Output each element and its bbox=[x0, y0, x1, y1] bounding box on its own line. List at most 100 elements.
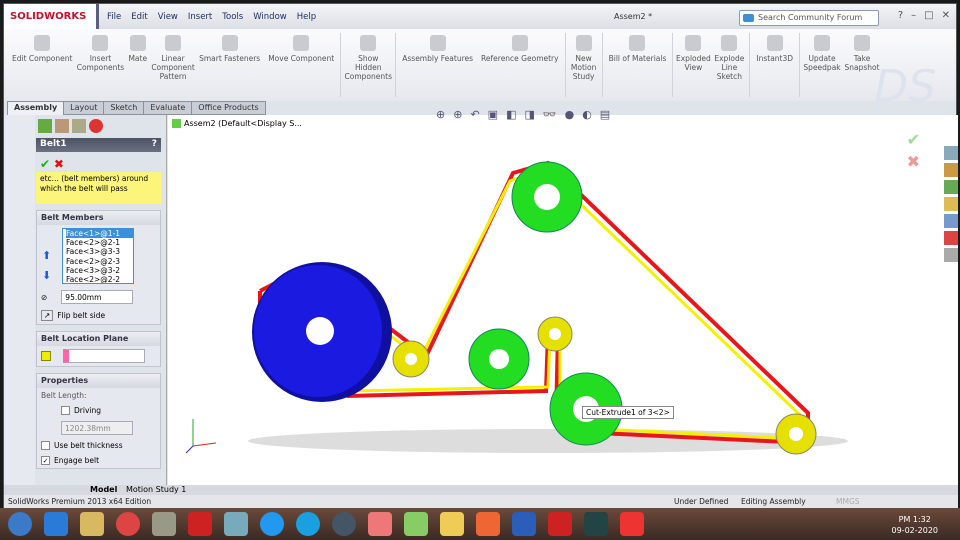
title-bar: SOLIDWORKS File Edit View Insert Tools W… bbox=[4, 4, 956, 29]
move-down-icon[interactable]: ⬇ bbox=[42, 269, 51, 282]
list-item[interactable]: Face<2>@2-2 bbox=[66, 275, 133, 283]
pulley-diameter-input[interactable]: 95.00mm bbox=[61, 290, 134, 304]
search-community-input[interactable]: Search Community Forum bbox=[739, 10, 879, 26]
pulley-green-top bbox=[511, 161, 583, 233]
list-item[interactable]: Face<3>@3-2 bbox=[66, 266, 133, 275]
maximize-button[interactable]: □ bbox=[924, 10, 933, 21]
update-speedpak-button[interactable]: Update Speedpak bbox=[802, 29, 842, 101]
menu-window[interactable]: Window bbox=[253, 12, 287, 22]
pulley-small-yellow-1 bbox=[392, 340, 430, 378]
menu-insert[interactable]: Insert bbox=[188, 12, 212, 22]
move-up-icon[interactable]: ⬆ bbox=[42, 249, 51, 262]
solidworks-icon[interactable] bbox=[188, 512, 212, 536]
new-motion-study-button[interactable]: New Motion Study bbox=[568, 29, 600, 101]
cancel-icon[interactable]: ✖ bbox=[54, 157, 64, 171]
list-item[interactable]: Face<2>@2-3 bbox=[66, 257, 133, 266]
tab-evaluate[interactable]: Evaluate bbox=[143, 101, 193, 115]
explode-line-sketch-button[interactable]: Explode Line Sketch bbox=[711, 29, 747, 101]
calculator-icon[interactable] bbox=[224, 512, 248, 536]
pdf-icon[interactable] bbox=[368, 512, 392, 536]
tab-sketch[interactable]: Sketch bbox=[103, 101, 145, 115]
belt-property-manager: Belt1? ✔ ✖ etc... (belt members) around … bbox=[36, 119, 161, 484]
picture-viewer-icon[interactable] bbox=[404, 512, 428, 536]
properties-header[interactable]: Properties bbox=[37, 374, 160, 388]
belt-plane-input[interactable] bbox=[63, 349, 145, 363]
engage-belt-label: Engage belt bbox=[54, 456, 100, 465]
file-explorer-icon[interactable] bbox=[80, 512, 104, 536]
video-editor-icon[interactable] bbox=[584, 512, 608, 536]
tab-office-products[interactable]: Office Products bbox=[191, 101, 266, 115]
word-icon[interactable] bbox=[512, 512, 536, 536]
show-hidden-button[interactable]: Show Hidden Components bbox=[343, 29, 393, 101]
properties-group: Properties Belt Length: Driving 1202.38m… bbox=[36, 373, 161, 469]
feature-tree-tab-icon[interactable] bbox=[38, 119, 52, 133]
menu-edit[interactable]: Edit bbox=[131, 12, 147, 22]
belt-members-header[interactable]: Belt Members bbox=[37, 211, 160, 225]
display-manager-tab-icon[interactable] bbox=[89, 119, 103, 133]
tasks-icon[interactable] bbox=[476, 512, 500, 536]
media-icon[interactable] bbox=[332, 512, 356, 536]
smart-fasteners-button[interactable]: Smart Fasteners bbox=[195, 29, 264, 101]
menu-help[interactable]: Help bbox=[297, 12, 316, 22]
configuration-tab-icon[interactable] bbox=[72, 119, 86, 133]
linear-pattern-button[interactable]: Linear Component Pattern bbox=[151, 29, 195, 101]
menu-file[interactable]: File bbox=[107, 12, 121, 22]
solidworks-window: SOLIDWORKS File Edit View Insert Tools W… bbox=[3, 3, 958, 508]
sticky-notes-icon[interactable] bbox=[440, 512, 464, 536]
list-item[interactable]: Face<2>@2-1 bbox=[66, 238, 133, 247]
driving-checkbox[interactable] bbox=[61, 406, 70, 415]
property-manager-tab-icon[interactable] bbox=[55, 119, 69, 133]
list-item[interactable]: Face<1>@1-1 bbox=[66, 229, 133, 239]
list-item[interactable]: Face<3>@3-3 bbox=[66, 247, 133, 256]
pulley-small-yellow-3 bbox=[775, 413, 817, 455]
diameter-icon: ⊘ bbox=[41, 292, 48, 302]
close-button[interactable]: ✕ bbox=[942, 10, 950, 21]
instant3d-button[interactable]: Instant3D bbox=[752, 29, 797, 101]
graphics-area[interactable]: Assem2 (Default<Display S... ⊕ ⊕ ↶ ▣ ◧ ◨ 👓 ● ◐ ▤ … bbox=[168, 108, 958, 485]
solidworks-logo: SOLIDWORKS bbox=[4, 4, 99, 29]
reference-geometry-button[interactable]: Reference Geometry bbox=[477, 29, 563, 101]
exploded-view-button[interactable]: Exploded View bbox=[675, 29, 711, 101]
bottom-tabs: Model Motion Study 1 bbox=[4, 485, 958, 495]
belt-members-list[interactable]: Face<1>@1-1 Face<2>@2-1 Face<3>@3-3 Face… bbox=[62, 228, 134, 284]
sync-icon[interactable] bbox=[260, 512, 284, 536]
solidworks-active-icon[interactable] bbox=[548, 512, 572, 536]
insert-components-button[interactable]: Insert Components bbox=[76, 29, 124, 101]
use-belt-thickness-checkbox[interactable] bbox=[41, 441, 50, 450]
help-icon[interactable]: ? bbox=[898, 10, 903, 21]
tab-model[interactable]: Model bbox=[90, 485, 117, 494]
menu-tools[interactable]: Tools bbox=[222, 12, 243, 22]
left-panel: Belt1? ✔ ✖ etc... (belt members) around … bbox=[4, 115, 167, 485]
pm-help[interactable]: ? bbox=[152, 139, 157, 151]
belt-assembly-model[interactable] bbox=[168, 115, 958, 485]
menu-view[interactable]: View bbox=[158, 12, 178, 22]
start-button[interactable] bbox=[8, 512, 32, 536]
assembly-features-button[interactable]: Assembly Features bbox=[398, 29, 477, 101]
chrome-icon[interactable] bbox=[116, 512, 140, 536]
belt-length-input[interactable]: 1202.38mm bbox=[61, 421, 133, 435]
screen-recorder-icon[interactable] bbox=[620, 512, 644, 536]
flip-belt-side-button[interactable]: ↗ bbox=[41, 310, 54, 321]
menu-bar: File Edit View Insert Tools Window Help bbox=[99, 12, 316, 22]
move-component-button[interactable]: Move Component bbox=[264, 29, 338, 101]
bill-of-materials-button[interactable]: Bill of Materials bbox=[605, 29, 671, 101]
tab-motion-study-1[interactable]: Motion Study 1 bbox=[126, 485, 186, 494]
units-selector[interactable]: MMGS bbox=[836, 497, 860, 506]
internet-explorer-icon[interactable] bbox=[44, 512, 68, 536]
ok-icon[interactable]: ✔ bbox=[40, 157, 50, 171]
tab-layout[interactable]: Layout bbox=[63, 101, 105, 115]
edit-component-button[interactable]: Edit Component bbox=[8, 29, 76, 101]
minimize-button[interactable]: – bbox=[911, 10, 916, 21]
system-clock[interactable]: PM 1:32 09-02-2020 bbox=[892, 514, 939, 536]
belt-location-plane-header[interactable]: Belt Location Plane bbox=[37, 332, 160, 346]
document-title: Assem2 * bbox=[614, 12, 653, 21]
status-bar: SolidWorks Premium 2013 x64 Edition Unde… bbox=[4, 495, 958, 508]
command-tabs: Assembly Layout Sketch Evaluate Office P… bbox=[7, 101, 266, 115]
engage-belt-checkbox[interactable]: ✓ bbox=[41, 456, 50, 465]
belt-members-group: Belt Members Face<1>@1-1 Face<2>@2-1 Fac… bbox=[36, 210, 161, 325]
use-belt-thickness-label: Use belt thickness bbox=[54, 441, 123, 450]
mate-button[interactable]: Mate bbox=[124, 29, 151, 101]
printer-icon[interactable] bbox=[152, 512, 176, 536]
tab-assembly[interactable]: Assembly bbox=[7, 101, 65, 115]
skype-icon[interactable] bbox=[296, 512, 320, 536]
